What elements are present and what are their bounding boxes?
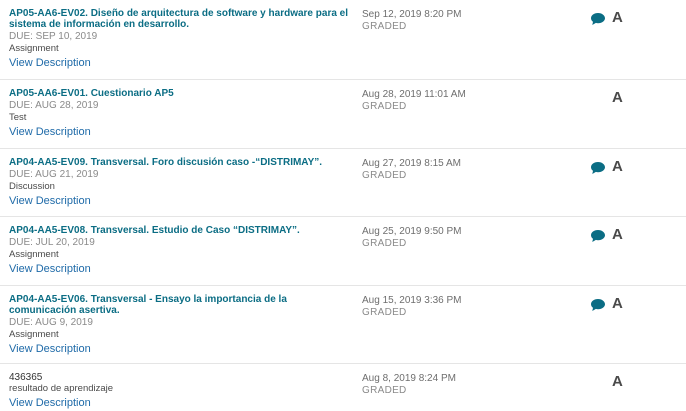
due-date: DUE: SEP 10, 2019 xyxy=(9,31,98,42)
view-description-link[interactable]: View Description xyxy=(9,125,349,139)
submitted-date: Aug 8, 2019 8:24 PM xyxy=(362,373,456,384)
grade-row: AP04-AA5-EV06. Transversal - Ensayo la i… xyxy=(0,286,686,364)
status-label: GRADED xyxy=(362,307,407,318)
item-info: AP04-AA5-EV09. Transversal. Foro discusi… xyxy=(9,157,349,208)
view-description-link[interactable]: View Description xyxy=(9,342,349,356)
due-date: DUE: JUL 20, 2019 xyxy=(9,237,95,248)
item-title-link[interactable]: AP04-AA5-EV08. Transversal. Estudio de C… xyxy=(9,225,349,236)
item-type: Discussion xyxy=(9,181,55,192)
view-description-link[interactable]: View Description xyxy=(9,194,349,208)
comment-icon[interactable] xyxy=(590,12,606,26)
grade-row: AP04-AA5-EV09. Transversal. Foro discusi… xyxy=(0,149,686,217)
view-description-link[interactable]: View Description xyxy=(9,262,349,276)
item-title-link[interactable]: AP05-AA6-EV01. Cuestionario AP5 xyxy=(9,88,349,99)
submitted-date: Sep 12, 2019 8:20 PM xyxy=(362,9,462,20)
item-title-link[interactable]: AP04-AA5-EV09. Transversal. Foro discusi… xyxy=(9,157,349,168)
item-type: resultado de aprendizaje xyxy=(9,383,114,394)
comment-icon[interactable] xyxy=(590,229,606,243)
submission-info: Aug 27, 2019 8:15 AM GRADED xyxy=(362,158,542,182)
item-title-link[interactable]: AP04-AA5-EV06. Transversal - Ensayo la i… xyxy=(9,294,349,316)
grade-row: AP05-AA6-EV02. Diseño de arquitectura de… xyxy=(0,0,686,80)
item-info: AP04-AA5-EV08. Transversal. Estudio de C… xyxy=(9,225,349,276)
item-title: 436365 xyxy=(9,372,43,383)
grade-row: AP04-AA5-EV08. Transversal. Estudio de C… xyxy=(0,217,686,286)
submitted-date: Aug 27, 2019 8:15 AM xyxy=(362,158,461,169)
submitted-date: Aug 15, 2019 3:36 PM xyxy=(362,295,462,306)
submission-info: Aug 8, 2019 8:24 PM GRADED xyxy=(362,373,542,397)
item-type: Assignment xyxy=(9,329,59,340)
comment-icon[interactable] xyxy=(590,298,606,312)
status-label: GRADED xyxy=(362,238,407,249)
grade-value: A xyxy=(612,158,623,175)
view-description-link[interactable]: View Description xyxy=(9,56,349,70)
grade-value: A xyxy=(612,226,623,243)
due-date: DUE: AUG 9, 2019 xyxy=(9,317,93,328)
submission-info: Sep 12, 2019 8:20 PM GRADED xyxy=(362,9,542,33)
comment-icon[interactable] xyxy=(590,161,606,175)
submitted-date: Aug 28, 2019 11:01 AM xyxy=(362,89,466,100)
item-info: 436365 resultado de aprendizaje View Des… xyxy=(9,372,349,410)
view-description-link[interactable]: View Description xyxy=(9,396,349,410)
submitted-date: Aug 25, 2019 9:50 PM xyxy=(362,226,462,237)
submission-info: Aug 15, 2019 3:36 PM GRADED xyxy=(362,295,542,319)
grade-value: A xyxy=(612,9,623,26)
item-info: AP05-AA6-EV01. Cuestionario AP5 DUE: AUG… xyxy=(9,88,349,139)
item-info: AP05-AA6-EV02. Diseño de arquitectura de… xyxy=(9,8,349,70)
grade-value: A xyxy=(612,295,623,312)
status-label: GRADED xyxy=(362,21,407,32)
item-type: Test xyxy=(9,112,27,123)
status-label: GRADED xyxy=(362,170,407,181)
status-label: GRADED xyxy=(362,385,407,396)
item-type: Assignment xyxy=(9,43,59,54)
grades-list: AP05-AA6-EV02. Diseño de arquitectura de… xyxy=(0,0,686,411)
grade-value: A xyxy=(612,373,623,390)
submission-info: Aug 25, 2019 9:50 PM GRADED xyxy=(362,226,542,250)
item-type: Assignment xyxy=(9,249,59,260)
status-label: GRADED xyxy=(362,101,407,112)
submission-info: Aug 28, 2019 11:01 AM GRADED xyxy=(362,89,542,113)
grade-row: AP05-AA6-EV01. Cuestionario AP5 DUE: AUG… xyxy=(0,80,686,149)
grade-value: A xyxy=(612,89,623,106)
item-info: AP04-AA5-EV06. Transversal - Ensayo la i… xyxy=(9,294,349,356)
item-title-link[interactable]: AP05-AA6-EV02. Diseño de arquitectura de… xyxy=(9,8,349,30)
grade-row: 436365 resultado de aprendizaje View Des… xyxy=(0,364,686,411)
due-date: DUE: AUG 28, 2019 xyxy=(9,100,99,111)
due-date: DUE: AUG 21, 2019 xyxy=(9,169,99,180)
